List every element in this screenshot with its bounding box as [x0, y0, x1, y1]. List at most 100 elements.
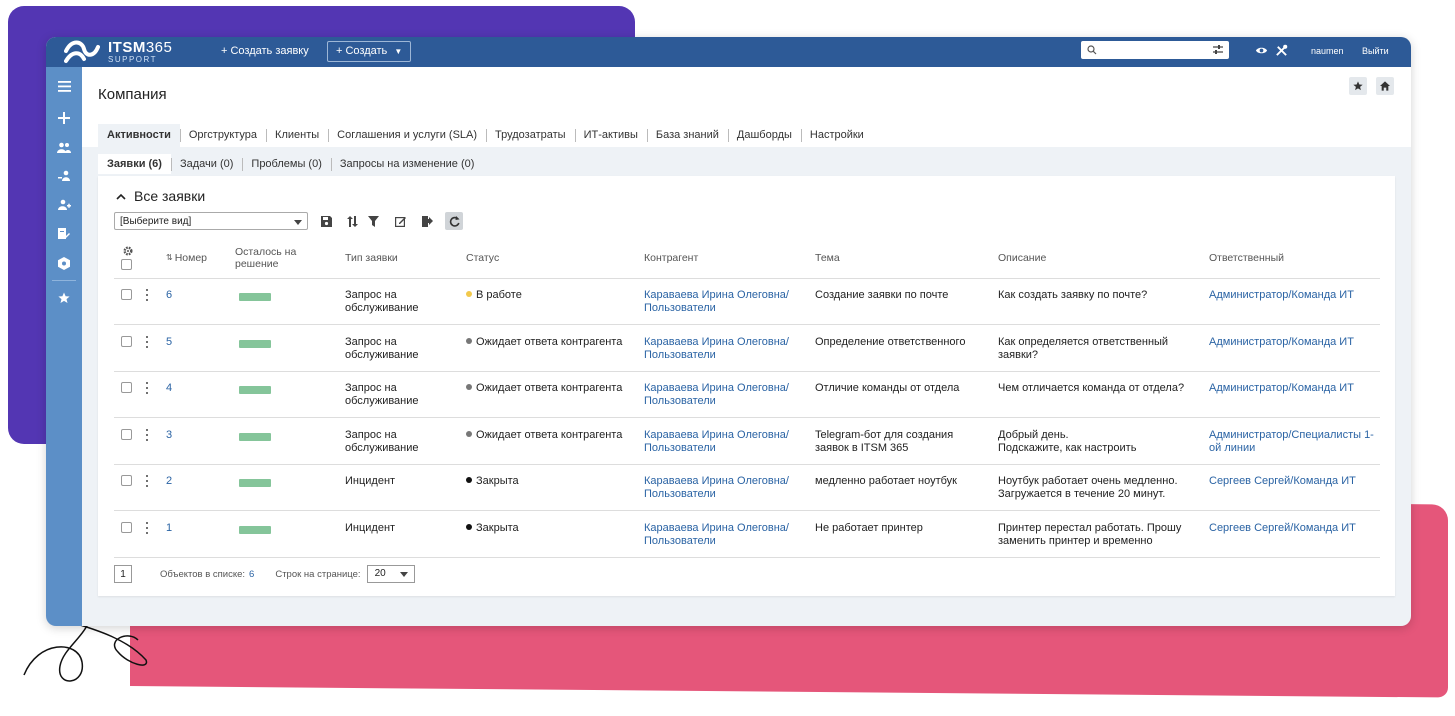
request-number-link[interactable]: 3 [166, 429, 172, 442]
sort-button[interactable] [343, 212, 361, 230]
sla-progress-bar [239, 432, 271, 441]
row-actions-icon[interactable] [144, 381, 150, 395]
table-row[interactable]: 2 Инцидент Закрыта Караваева Ирина Олеговна… [114, 464, 1380, 511]
row-actions-icon[interactable] [144, 474, 150, 488]
responsible-link[interactable]: Администратор/Команда ИТ [1209, 289, 1379, 302]
edit-button[interactable] [391, 212, 409, 230]
column-status[interactable]: Статус [466, 238, 499, 278]
sidebar-menu[interactable] [46, 75, 82, 97]
row-actions-icon[interactable] [144, 335, 150, 349]
sidebar-settings[interactable] [46, 252, 82, 274]
tab-settings[interactable]: Настройки [800, 124, 873, 147]
tab-knowledge-base[interactable]: База знаний [646, 124, 728, 147]
responsible-link[interactable]: Администратор/Команда ИТ [1209, 336, 1379, 349]
table-row[interactable]: 3 Запрос на обслуживание Ожидает ответа ко… [114, 418, 1380, 465]
request-number-link[interactable]: 4 [166, 382, 172, 395]
row-checkbox[interactable] [121, 475, 132, 486]
rows-per-page-select[interactable]: 20 [366, 565, 415, 583]
gear-icon[interactable] [123, 246, 133, 256]
refresh-button[interactable] [445, 212, 463, 230]
logo[interactable]: ITSM365 SUPPORT [64, 38, 172, 66]
request-status: Ожидает ответа контрагента [466, 382, 641, 395]
counterparty-link[interactable]: Караваева Ирина Олеговна/ Пользователи [644, 382, 806, 408]
list-title-toggle[interactable]: Все заявки [116, 188, 205, 204]
sidebar-users[interactable] [46, 136, 82, 158]
column-description[interactable]: Описание [998, 238, 1046, 278]
search-settings-icon[interactable] [1212, 44, 1224, 56]
table-row[interactable]: 6 Запрос на обслуживание В работе Караваева… [114, 278, 1380, 325]
tab-dashboards[interactable]: Дашборды [727, 124, 801, 147]
responsible-link[interactable]: Администратор/Команда ИТ [1209, 382, 1379, 395]
tab-activities[interactable]: Активности [98, 124, 180, 147]
export-button[interactable] [418, 212, 436, 230]
sidebar-org[interactable] [46, 165, 82, 187]
responsible-link[interactable]: Сергеев Сергей/Команда ИТ [1209, 475, 1379, 488]
row-actions-icon[interactable] [144, 428, 150, 442]
eye-icon[interactable] [1255, 44, 1268, 57]
table-row[interactable]: 1 Инцидент Закрыта Караваева Ирина Олеговна… [114, 511, 1380, 558]
save-view-button[interactable] [317, 212, 335, 230]
logo-version: 365 [145, 39, 173, 56]
home-button[interactable] [1376, 77, 1394, 95]
logout-link[interactable]: Выйти [1362, 46, 1389, 56]
plus-icon [58, 112, 70, 124]
row-checkbox[interactable] [121, 521, 132, 533]
tab-it-assets[interactable]: ИТ-активы [574, 124, 647, 147]
row-actions-icon[interactable] [144, 521, 150, 535]
row-checkbox[interactable] [121, 335, 132, 347]
sidebar-reports[interactable] [46, 223, 82, 245]
request-number-link[interactable]: 2 [166, 475, 172, 488]
tab-org-structure[interactable]: Оргструктура [179, 124, 266, 147]
create-request-link[interactable]: + Создать заявку [221, 45, 309, 57]
row-checkbox[interactable] [121, 289, 132, 300]
subtab-problems[interactable]: Проблемы (0) [242, 154, 330, 174]
row-checkbox[interactable] [121, 382, 132, 393]
sidebar-divider [52, 280, 76, 281]
tools-icon[interactable] [1275, 44, 1288, 57]
column-topic[interactable]: Тема [815, 238, 840, 278]
search-input[interactable] [1099, 42, 1204, 58]
counterparty-link[interactable]: Караваева Ирина Олеговна/ Пользователи [644, 336, 806, 362]
select-all-checkbox[interactable] [121, 259, 132, 270]
column-responsible[interactable]: Ответственный [1209, 238, 1284, 278]
favorite-button[interactable] [1349, 77, 1367, 95]
column-counterparty[interactable]: Контрагент [644, 238, 698, 278]
row-actions-icon[interactable] [144, 288, 150, 302]
page-button[interactable]: 1 [114, 565, 132, 583]
sidebar-add-user[interactable] [46, 194, 82, 216]
request-number-link[interactable]: 6 [166, 289, 172, 302]
subtab-change-requests[interactable]: Запросы на изменение (0) [330, 154, 484, 174]
counterparty-link[interactable]: Караваева Ирина Олеговна/ Пользователи [644, 289, 806, 315]
chevron-down-icon: ▼ [394, 47, 403, 56]
create-dropdown-button[interactable]: + Создать ▼ [327, 41, 412, 62]
responsible-link[interactable]: Сергеев Сергей/Команда ИТ [1209, 522, 1379, 535]
tab-labor[interactable]: Трудозатраты [486, 124, 575, 147]
sidebar-add[interactable] [46, 107, 82, 129]
table-row[interactable]: 5 Запрос на обслуживание Ожидает ответа ко… [114, 325, 1380, 372]
counterparty-link[interactable]: Караваева Ирина Олеговна/ Пользователи [644, 522, 806, 548]
request-status: Закрыта [466, 522, 641, 535]
username[interactable]: naumen [1311, 46, 1344, 56]
row-checkbox[interactable] [121, 428, 132, 440]
subtab-tasks[interactable]: Задачи (0) [170, 154, 242, 174]
counterparty-link[interactable]: Караваева Ирина Олеговна/ Пользователи [644, 475, 806, 501]
subtab-requests[interactable]: Заявки (6) [98, 154, 171, 174]
column-number[interactable]: ⇅ Номер [166, 238, 207, 278]
request-number-link[interactable]: 1 [166, 522, 172, 535]
tab-sla[interactable]: Соглашения и услуги (SLA) [328, 124, 486, 147]
sidebar-favorites[interactable] [46, 287, 82, 309]
column-remaining[interactable]: Осталось на решение [235, 238, 319, 278]
request-type: Запрос на обслуживание [345, 428, 419, 454]
request-status: Ожидает ответа контрагента [466, 336, 641, 349]
tab-clients[interactable]: Клиенты [266, 124, 328, 147]
view-select[interactable]: [Выберите вид] [114, 212, 308, 230]
table-row[interactable]: 4 Запрос на обслуживание Ожидает ответа ко… [114, 371, 1380, 418]
responsible-link[interactable]: Администратор/Специалисты 1-ой линии [1209, 429, 1379, 455]
counterparty-link[interactable]: Караваева Ирина Олеговна/ Пользователи [644, 429, 806, 455]
refresh-icon [449, 215, 460, 227]
search-box[interactable] [1081, 41, 1229, 59]
column-type[interactable]: Тип заявки [345, 238, 398, 278]
request-number-link[interactable]: 5 [166, 336, 172, 349]
filter-button[interactable] [364, 212, 382, 230]
request-status: В работе [466, 289, 641, 302]
